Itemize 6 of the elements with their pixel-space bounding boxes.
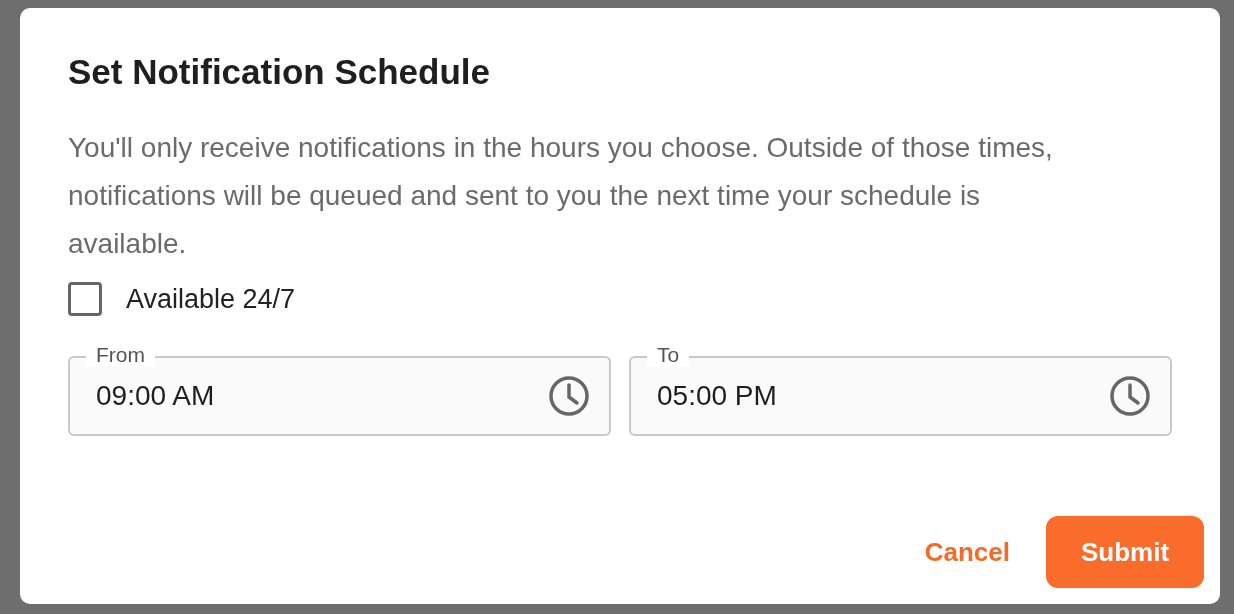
checkbox[interactable] xyxy=(68,282,102,316)
dialog-title: Set Notification Schedule xyxy=(68,51,490,93)
clock-icon[interactable] xyxy=(1108,374,1152,418)
clock-icon[interactable] xyxy=(547,374,591,418)
checkbox-label[interactable]: Available 24/7 xyxy=(126,283,296,315)
description-text: You'll only receive notifications in the hours you choose. Outside of those times, notifications will be queued and sent to you the next time your schedule is available. xyxy=(68,131,1054,261)
